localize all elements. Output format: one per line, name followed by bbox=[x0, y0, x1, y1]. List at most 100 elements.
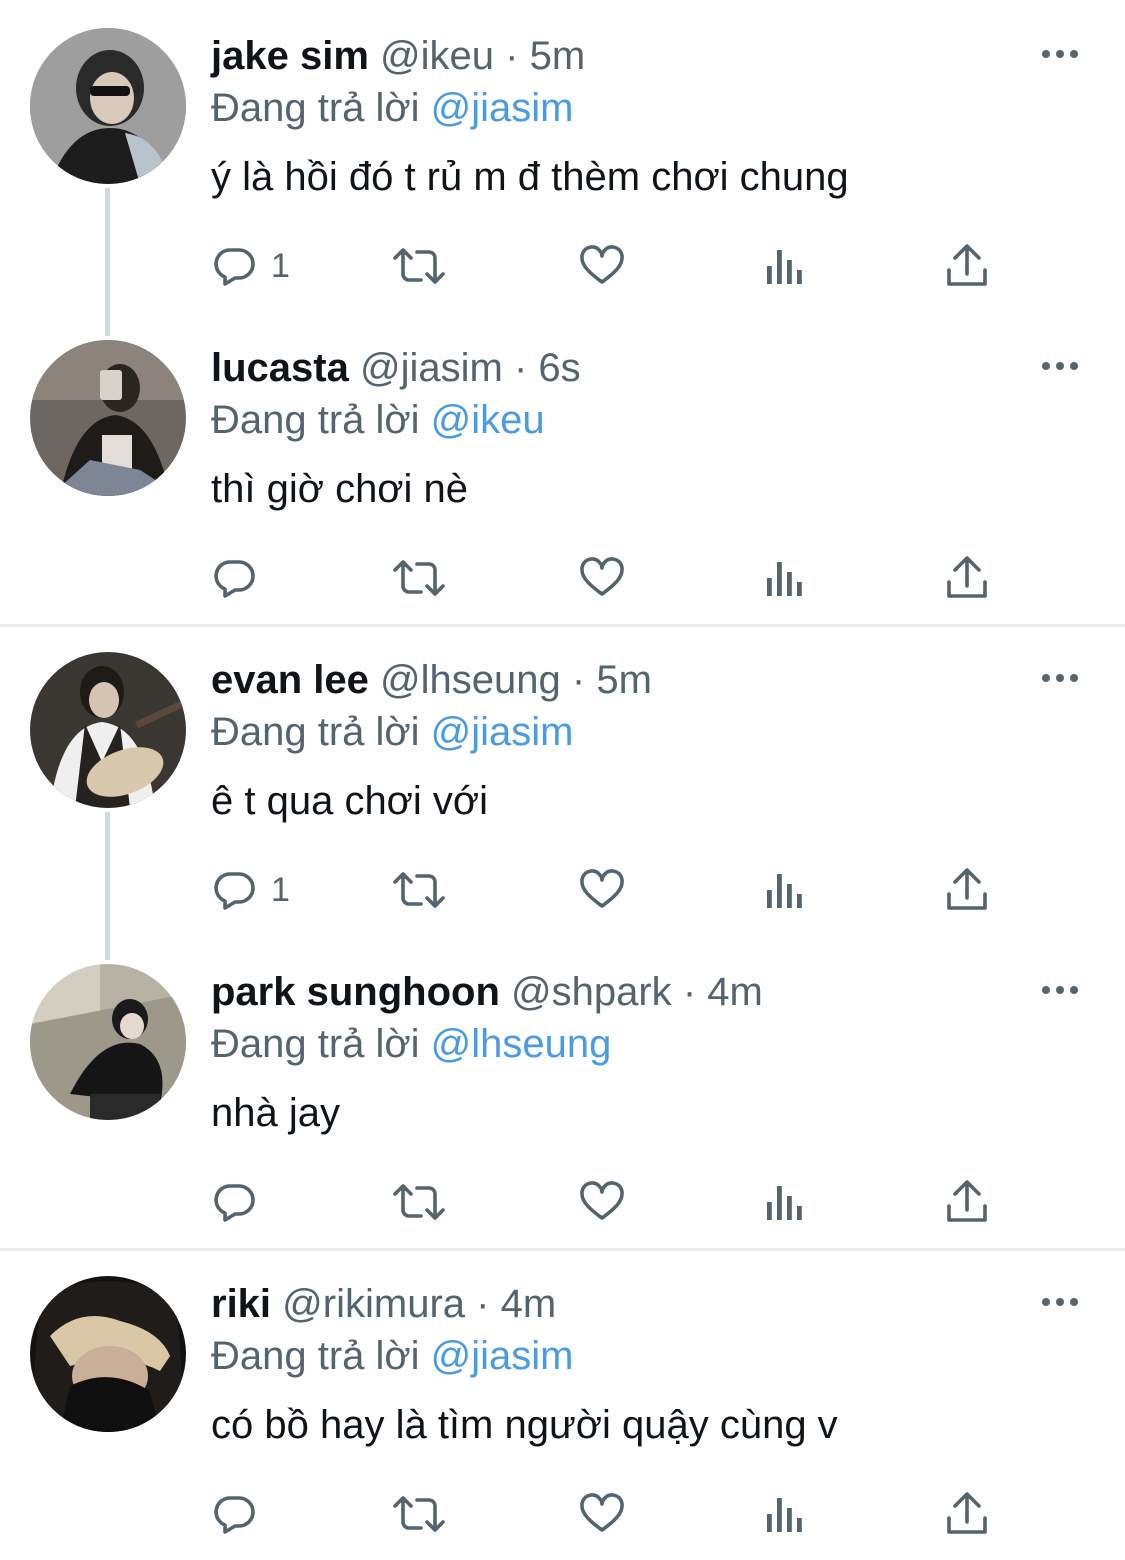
views-icon bbox=[767, 874, 802, 908]
tweet-header: jake sim @ikeu · 5m bbox=[211, 34, 585, 78]
mention-link[interactable]: @ikeu bbox=[431, 398, 545, 442]
mention-link[interactable]: @jiasim bbox=[431, 1334, 574, 1378]
reply-button[interactable] bbox=[211, 550, 271, 606]
timestamp[interactable]: 4m bbox=[501, 1282, 557, 1326]
reply-button[interactable] bbox=[211, 1174, 271, 1230]
tweet-header: lucasta @jiasim · 6s bbox=[211, 346, 581, 390]
replying-to: Đang trả lời @jiasim bbox=[211, 86, 574, 130]
reply-button[interactable]: 1 bbox=[211, 862, 290, 918]
reply-icon bbox=[214, 248, 255, 286]
retweet-button[interactable] bbox=[391, 1486, 447, 1542]
views-icon bbox=[767, 250, 802, 284]
tweet-text: nhà jay bbox=[211, 1091, 340, 1135]
action-bar bbox=[211, 1174, 1031, 1230]
more-icon[interactable] bbox=[1040, 356, 1080, 376]
tweet-text: ý là hồi đó t rủ m đ thèm chơi chung bbox=[211, 155, 849, 199]
tweet[interactable]: riki @rikimura · 4m Đang trả lời @jiasim… bbox=[0, 1248, 1125, 1560]
like-button[interactable] bbox=[577, 550, 627, 606]
heart-icon bbox=[580, 869, 624, 908]
separator-dot: · bbox=[682, 970, 697, 1014]
reply-button[interactable]: 1 bbox=[211, 238, 290, 294]
share-button[interactable] bbox=[945, 1486, 989, 1542]
retweet-icon bbox=[393, 1184, 445, 1220]
share-button[interactable] bbox=[945, 238, 989, 294]
reply-button[interactable] bbox=[211, 1486, 271, 1542]
like-button[interactable] bbox=[577, 1174, 627, 1230]
replying-label: Đang trả lời bbox=[211, 398, 420, 442]
mention-link[interactable]: @jiasim bbox=[431, 86, 574, 130]
display-name[interactable]: lucasta bbox=[211, 346, 349, 390]
more-icon[interactable] bbox=[1040, 980, 1080, 1000]
handle[interactable]: @ikeu bbox=[380, 34, 494, 78]
timestamp[interactable]: 6s bbox=[538, 346, 580, 390]
share-button[interactable] bbox=[945, 1174, 989, 1230]
share-icon bbox=[947, 1180, 987, 1222]
handle[interactable]: @rikimura bbox=[282, 1282, 465, 1326]
views-button[interactable] bbox=[763, 1486, 807, 1542]
heart-icon bbox=[580, 557, 624, 596]
views-button[interactable] bbox=[763, 238, 807, 294]
tweet[interactable]: park sunghoon @shpark · 4m Đang trả lời … bbox=[0, 936, 1125, 1248]
reply-icon bbox=[214, 872, 255, 910]
heart-icon bbox=[580, 1493, 624, 1532]
display-name[interactable]: evan lee bbox=[211, 658, 369, 702]
retweet-button[interactable] bbox=[391, 862, 447, 918]
like-button[interactable] bbox=[577, 1486, 627, 1542]
handle[interactable]: @jiasim bbox=[360, 346, 503, 390]
avatar[interactable] bbox=[30, 652, 186, 808]
share-button[interactable] bbox=[945, 550, 989, 606]
share-icon bbox=[947, 868, 987, 910]
reply-count: 1 bbox=[271, 246, 290, 285]
display-name[interactable]: park sunghoon bbox=[211, 970, 500, 1014]
tweet-header: evan lee @lhseung · 5m bbox=[211, 658, 652, 702]
more-icon[interactable] bbox=[1040, 44, 1080, 64]
mention-link[interactable]: @jiasim bbox=[431, 710, 574, 754]
views-button[interactable] bbox=[763, 1174, 807, 1230]
tweet[interactable]: jake sim @ikeu · 5m Đang trả lời @jiasim… bbox=[0, 0, 1125, 336]
more-icon[interactable] bbox=[1040, 1292, 1080, 1312]
avatar[interactable] bbox=[30, 28, 186, 184]
like-button[interactable] bbox=[577, 862, 627, 918]
action-bar: 1 bbox=[211, 862, 1031, 918]
avatar[interactable] bbox=[30, 340, 186, 496]
views-icon bbox=[767, 562, 802, 596]
timestamp[interactable]: 4m bbox=[707, 970, 763, 1014]
reply-icon bbox=[214, 560, 255, 598]
display-name[interactable]: riki bbox=[211, 1282, 271, 1326]
retweet-button[interactable] bbox=[391, 550, 447, 606]
retweet-button[interactable] bbox=[391, 238, 447, 294]
mention-link[interactable]: @lhseung bbox=[431, 1022, 612, 1066]
separator-dot: · bbox=[513, 346, 528, 390]
replying-label: Đang trả lời bbox=[211, 1022, 420, 1066]
like-button[interactable] bbox=[577, 238, 627, 294]
replying-label: Đang trả lời bbox=[211, 86, 420, 130]
more-icon[interactable] bbox=[1040, 668, 1080, 688]
reply-icon bbox=[214, 1496, 255, 1534]
avatar[interactable] bbox=[30, 964, 186, 1120]
separator-dot: · bbox=[571, 658, 586, 702]
display-name[interactable]: jake sim bbox=[211, 34, 369, 78]
retweet-button[interactable] bbox=[391, 1174, 447, 1230]
tweet-text: có bồ hay là tìm người quậy cùng v bbox=[211, 1403, 838, 1447]
timestamp[interactable]: 5m bbox=[530, 34, 586, 78]
tweet[interactable]: lucasta @jiasim · 6s Đang trả lời @ikeu … bbox=[0, 312, 1125, 624]
replying-to: Đang trả lời @lhseung bbox=[211, 1022, 611, 1066]
views-button[interactable] bbox=[763, 862, 807, 918]
action-bar bbox=[211, 550, 1031, 606]
handle[interactable]: @shpark bbox=[511, 970, 672, 1014]
share-icon bbox=[947, 556, 987, 598]
replying-to: Đang trả lời @jiasim bbox=[211, 1334, 574, 1378]
timestamp[interactable]: 5m bbox=[596, 658, 652, 702]
views-button[interactable] bbox=[763, 550, 807, 606]
tweet[interactable]: evan lee @lhseung · 5m Đang trả lời @jia… bbox=[0, 624, 1125, 960]
retweet-icon bbox=[393, 248, 445, 284]
tweet-text: thì giờ chơi nè bbox=[211, 467, 469, 511]
tweet-header: riki @rikimura · 4m bbox=[211, 1282, 556, 1326]
retweet-icon bbox=[393, 872, 445, 908]
avatar[interactable] bbox=[30, 1276, 186, 1432]
reply-icon bbox=[214, 1184, 255, 1222]
share-icon bbox=[947, 244, 987, 286]
handle[interactable]: @lhseung bbox=[380, 658, 561, 702]
share-button[interactable] bbox=[945, 862, 989, 918]
views-icon bbox=[767, 1498, 802, 1532]
